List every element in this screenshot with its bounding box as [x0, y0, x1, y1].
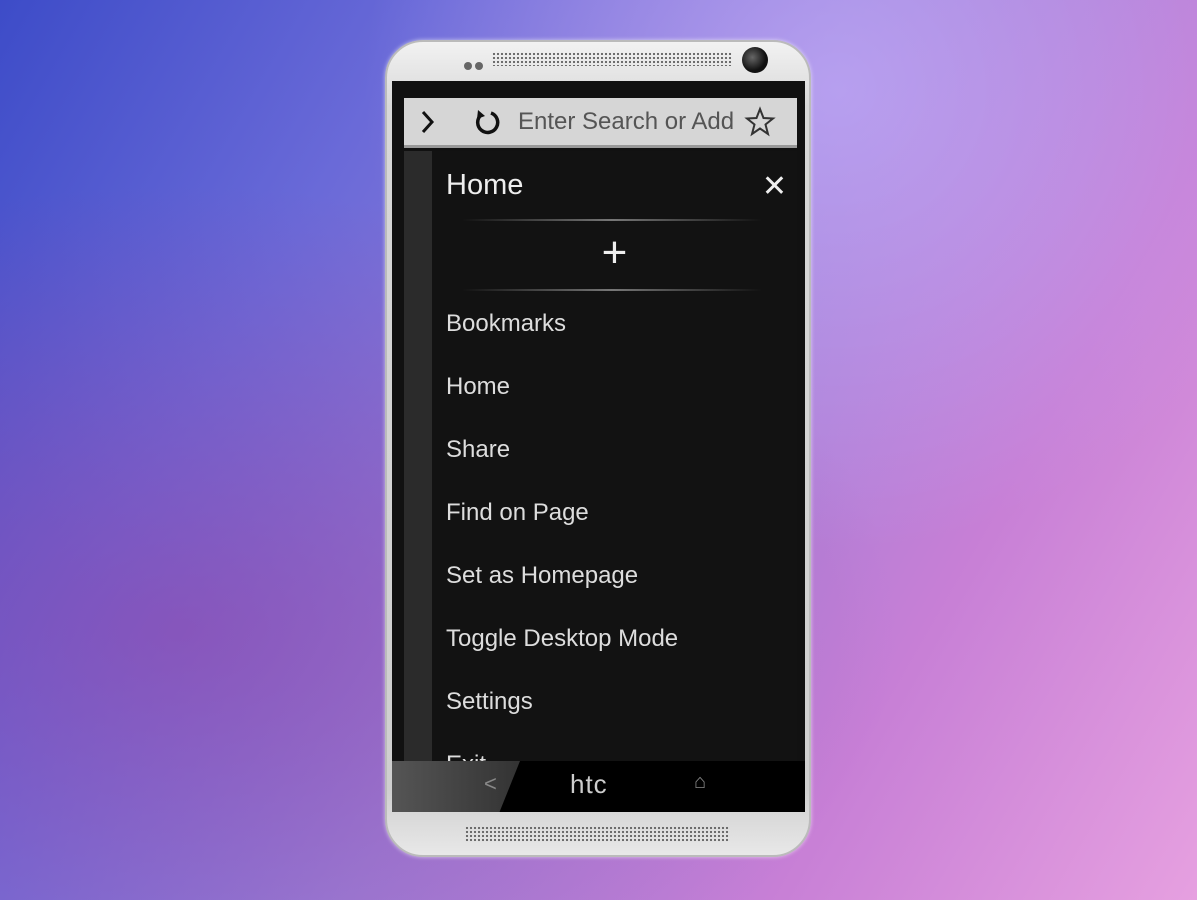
- menu-item-share[interactable]: Share: [446, 436, 510, 464]
- home-icon[interactable]: ⌂: [694, 771, 706, 794]
- chevron-right-icon[interactable]: [418, 108, 438, 136]
- menu-item-exit[interactable]: Exit: [446, 751, 486, 761]
- menu-item-find-on-page[interactable]: Find on Page: [446, 499, 589, 527]
- bottom-speaker: [465, 826, 730, 842]
- address-bar: Enter Search or Add: [404, 98, 797, 148]
- front-camera: [742, 47, 768, 73]
- reload-icon[interactable]: [472, 107, 502, 137]
- page-content-edge: [404, 151, 432, 761]
- divider: [462, 219, 762, 221]
- nav-shade: [392, 761, 520, 812]
- sensor-dots: [464, 57, 486, 75]
- top-speaker: [492, 52, 732, 66]
- plus-icon[interactable]: +: [432, 231, 797, 275]
- star-icon[interactable]: [744, 105, 776, 138]
- htc-logo: htc: [570, 769, 608, 799]
- phone-frame: Enter Search or Add Home ✕ + Bookmarks H…: [385, 40, 811, 857]
- menu-item-bookmarks[interactable]: Bookmarks: [446, 310, 566, 338]
- back-icon[interactable]: <: [484, 771, 497, 797]
- menu-item-settings[interactable]: Settings: [446, 688, 533, 716]
- address-input[interactable]: Enter Search or Add: [518, 108, 744, 136]
- divider: [462, 289, 762, 291]
- navigation-bar: < htc ⌂: [392, 761, 805, 812]
- menu-item-set-as-homepage[interactable]: Set as Homepage: [446, 562, 638, 590]
- close-icon[interactable]: ✕: [762, 169, 787, 204]
- menu-title: Home: [446, 169, 524, 201]
- menu-item-toggle-desktop-mode[interactable]: Toggle Desktop Mode: [446, 625, 678, 653]
- screen: Enter Search or Add Home ✕ + Bookmarks H…: [392, 81, 805, 812]
- browser-menu: Home ✕ + Bookmarks Home Share Find on Pa…: [432, 151, 797, 761]
- menu-item-home[interactable]: Home: [446, 373, 510, 401]
